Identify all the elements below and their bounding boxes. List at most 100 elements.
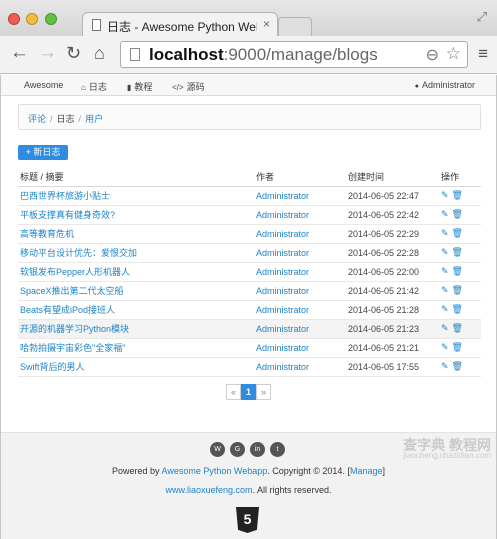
nav-item-source[interactable]: </> 源码 [172,80,205,93]
minimize-window-button[interactable] [26,13,38,25]
url-text[interactable]: localhost:9000/manage/blogs [149,45,378,65]
table-header: 标题 / 摘要 作者 创建时间 操作 [18,168,481,187]
bookmark-star-icon[interactable]: ☆ [446,44,461,64]
page-icon [92,19,101,31]
edit-icon[interactable]: ✎ [441,342,449,352]
linkedin-icon[interactable]: in [250,442,265,457]
blog-author-link[interactable]: Administrator [256,191,309,201]
edit-icon[interactable]: ✎ [441,228,449,238]
blog-author-link[interactable]: Administrator [256,286,309,296]
blog-author-link[interactable]: Administrator [256,267,309,277]
site-navbar: Awesome ⌂ 日志 ▮ 教程 </> 源码 ● Administrator [1,75,496,96]
delete-icon[interactable]: 🗑 [452,361,463,371]
edit-icon[interactable]: ✎ [441,323,449,333]
blog-title-link[interactable]: 哈勃拍摄宇宙彩色"全家福" [20,343,125,353]
twitter-icon[interactable]: t [270,442,285,457]
blog-author-cell: Administrator [254,262,346,282]
home-button[interactable]: ⌂ [94,42,105,64]
blog-author-cell: Administrator [254,300,346,320]
delete-icon[interactable]: 🗑 [452,304,463,314]
table-row: 巴西世界杯旅游小贴士 Administrator 2014-06-05 22:47 ✎… [18,186,481,206]
reload-button[interactable]: ↻ [66,42,81,64]
blog-author-link[interactable]: Administrator [256,248,309,258]
blog-date: 2014-06-05 17:55 [346,357,439,377]
zoom-icon[interactable]: ⊖ [426,45,439,65]
edit-icon[interactable]: ✎ [441,304,449,314]
breadcrumb-users[interactable]: 用户 [85,114,103,124]
edit-icon[interactable]: ✎ [441,361,449,371]
edit-icon[interactable]: ✎ [441,190,449,200]
table-row: 哈勃拍摄宇宙彩色"全家福" Administrator 2014-06-05 21:… [18,338,481,358]
blog-date: 2014-06-05 21:23 [346,319,439,339]
pagination-page-1[interactable]: 1 [241,384,256,400]
blog-actions: ✎ 🗑 [439,243,481,263]
delete-icon[interactable]: 🗑 [452,190,463,200]
delete-icon[interactable]: 🗑 [452,323,463,333]
table-row: Swift背后的男人 Administrator 2014-06-05 17:55 ✎… [18,357,481,377]
nav-item-tutorial[interactable]: ▮ 教程 [127,80,152,93]
blog-actions: ✎ 🗑 [439,281,481,301]
pagination-next[interactable]: » [256,384,271,400]
edit-icon[interactable]: ✎ [441,285,449,295]
table-row: 平板支撑真有健身奇效? Administrator 2014-06-05 22:42… [18,205,481,225]
blog-title-link[interactable]: 软银发布Pepper人形机器人 [20,267,130,277]
blog-title-link[interactable]: 高等教育危机 [20,229,74,239]
browser-tab[interactable]: 日志 - Awesome Python Webapp × [82,12,278,38]
new-blog-button[interactable]: + 新日志 [18,145,68,160]
delete-icon[interactable]: 🗑 [452,228,463,238]
nav-item-blogs[interactable]: ⌂ 日志 [81,80,107,93]
code-icon: </> [172,83,184,92]
new-tab-button[interactable] [278,17,312,37]
delete-icon[interactable]: 🗑 [452,342,463,352]
blog-title-link[interactable]: Beats有望成iPod接班人 [20,305,115,315]
blog-date: 2014-06-05 21:21 [346,338,439,358]
blog-title-link[interactable]: 移动平台设计优先：爱恨交加 [20,248,137,258]
tab-title: 日志 - Awesome Python Webapp [107,20,257,34]
blog-date: 2014-06-05 21:42 [346,281,439,301]
edit-icon[interactable]: ✎ [441,209,449,219]
blog-author-link[interactable]: Administrator [256,229,309,239]
back-button[interactable]: ← [10,42,29,64]
col-date-header: 创建时间 [346,168,439,187]
blog-author-link[interactable]: Administrator [256,210,309,220]
edit-icon[interactable]: ✎ [441,247,449,257]
blog-author-link[interactable]: Administrator [256,324,309,334]
blog-author-cell: Administrator [254,224,346,244]
user-menu[interactable]: ● Administrator [415,80,475,90]
blog-title-cell: SpaceX推出第二代太空船 [18,281,254,301]
blog-title-link[interactable]: 巴西世界杯旅游小贴士 [20,191,110,201]
blog-title-link[interactable]: 平板支撑真有健身奇效? [20,210,115,220]
blog-author-link[interactable]: Administrator [256,305,309,315]
forward-button[interactable]: → [38,42,57,64]
fullscreen-icon[interactable]: ⤢ [477,9,487,25]
table-row: 软银发布Pepper人形机器人 Administrator 2014-06-05 2… [18,262,481,282]
delete-icon[interactable]: 🗑 [452,209,463,219]
edit-icon[interactable]: ✎ [441,266,449,276]
blog-author-link[interactable]: Administrator [256,343,309,353]
blog-author-link[interactable]: Administrator [256,362,309,372]
blog-title-cell: 软银发布Pepper人形机器人 [18,262,254,282]
zoom-window-button[interactable] [45,13,57,25]
pagination-prev[interactable]: « [226,384,241,400]
delete-icon[interactable]: 🗑 [452,266,463,276]
site-link[interactable]: www.liaoxuefeng.com [165,485,252,495]
blog-title-link[interactable]: SpaceX推出第二代太空船 [20,286,124,296]
blog-title-link[interactable]: Swift背后的男人 [20,362,85,372]
manage-link[interactable]: Manage [350,466,383,476]
weibo-icon[interactable]: W [210,442,225,457]
delete-icon[interactable]: 🗑 [452,285,463,295]
browser-titlebar: 日志 - Awesome Python Webapp × ⤢ [0,0,497,38]
blog-actions: ✎ 🗑 [439,357,481,377]
github-icon[interactable]: G [230,442,245,457]
delete-icon[interactable]: 🗑 [452,247,463,257]
blog-title-link[interactable]: 开源的机器学习Python模块 [20,324,129,334]
close-window-button[interactable] [8,13,20,25]
site-brand[interactable]: Awesome [24,80,63,90]
blog-actions: ✎ 🗑 [439,224,481,244]
pagination: « 1 » [226,384,271,400]
address-bar[interactable]: localhost:9000/manage/blogs ⊖ ☆ [120,41,468,68]
breadcrumb-comments[interactable]: 评论 [28,114,46,124]
tab-close-icon[interactable]: × [263,17,270,31]
powered-by-link[interactable]: Awesome Python Webapp [162,466,268,476]
browser-menu-icon[interactable]: ≡ [478,44,488,64]
